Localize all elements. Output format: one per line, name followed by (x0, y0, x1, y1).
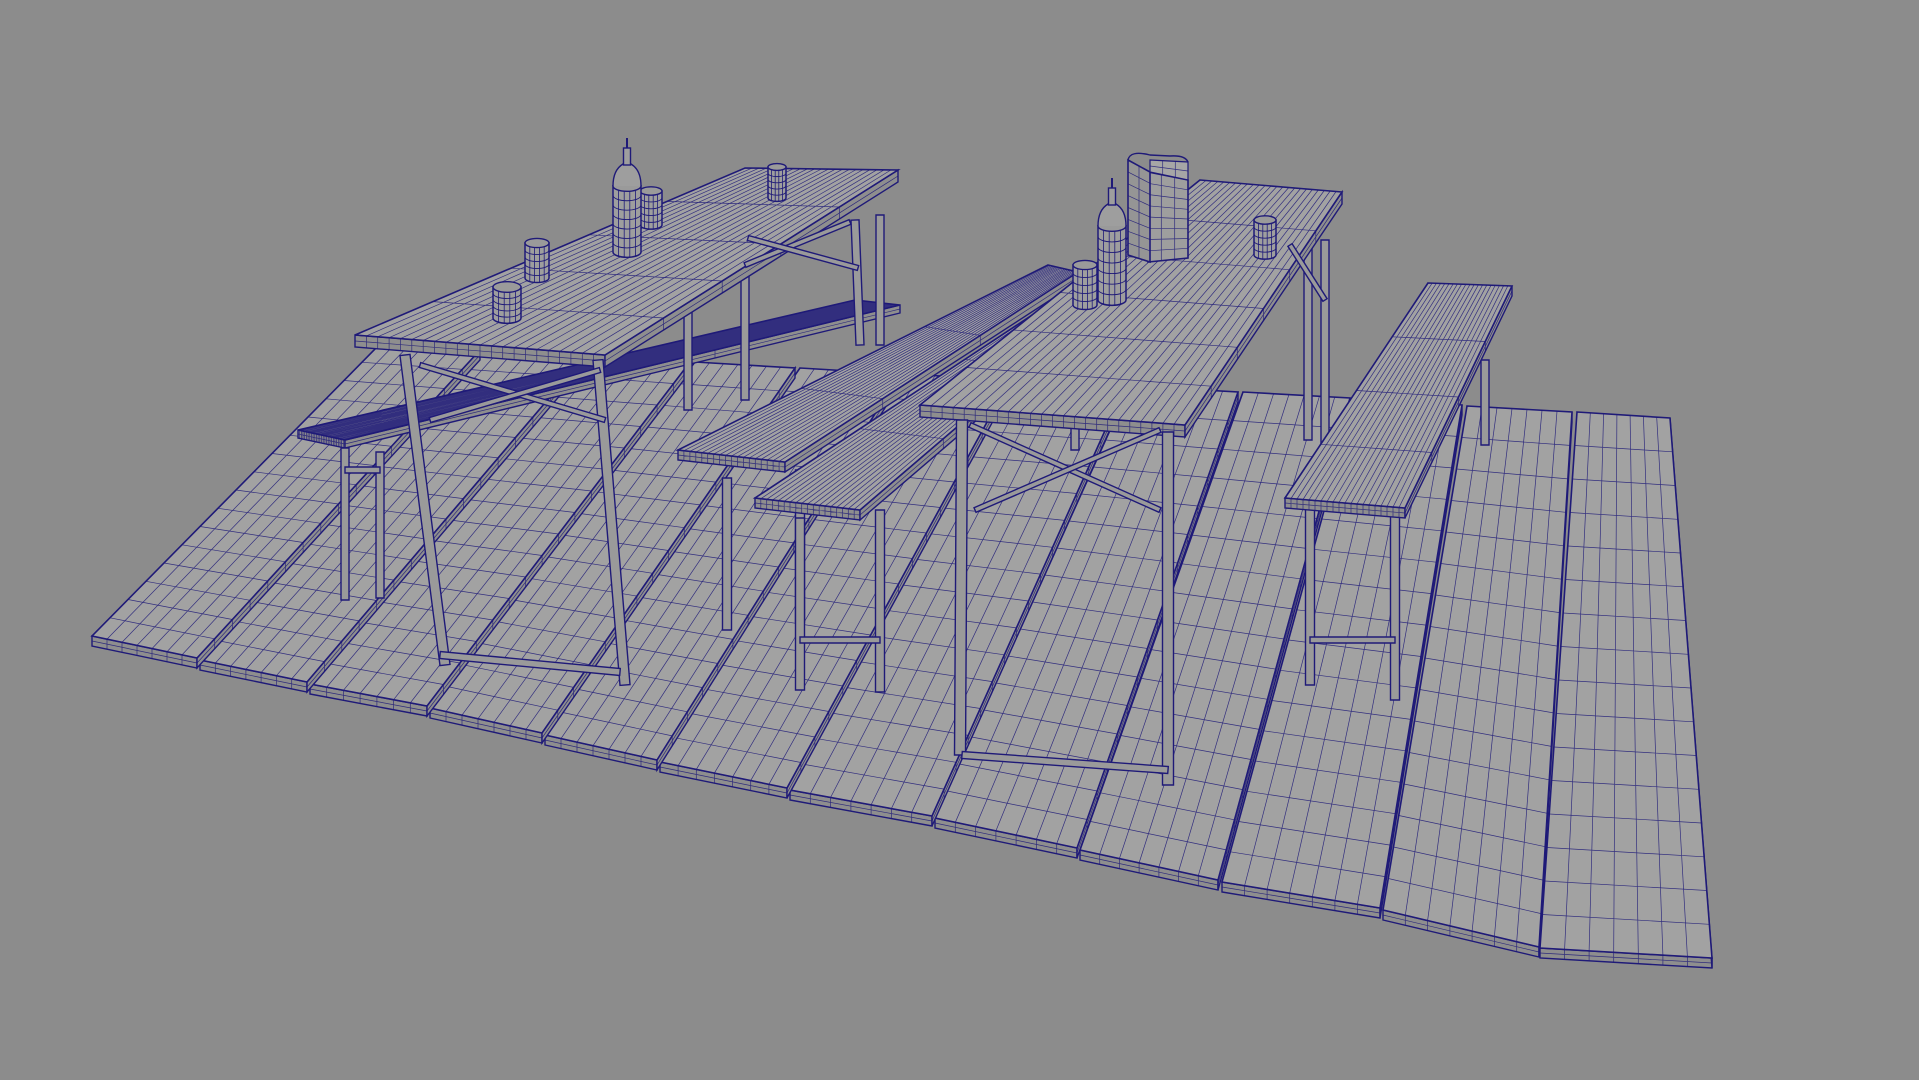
paper-bag-side[interactable] (1127, 158, 1151, 264)
bench-middle-leg-1[interactable] (721, 477, 733, 631)
bottle-right-body[interactable] (1097, 219, 1127, 307)
table-right-leg-front-2[interactable] (1161, 431, 1175, 786)
bench-front-middle-leg-2[interactable] (874, 509, 886, 693)
paper-bag[interactable] (1127, 152, 1189, 264)
can-left-back[interactable] (767, 162, 787, 203)
bottle-right[interactable] (1097, 178, 1127, 307)
can-right-front[interactable] (1072, 259, 1098, 311)
can-right-back[interactable] (1253, 215, 1277, 260)
bench-left-front-rail[interactable] (344, 466, 381, 474)
bottle-left-body[interactable] (612, 179, 642, 259)
bench-front-middle-leg-1[interactable] (794, 517, 806, 691)
bench-right-rail[interactable] (1309, 636, 1396, 644)
bench-front-middle-rail[interactable] (799, 636, 881, 644)
bench-right-leg-1[interactable] (1304, 504, 1316, 686)
3d-viewport[interactable] (0, 0, 1919, 1080)
bottle-left[interactable] (612, 138, 642, 259)
table-right-leg-front-1[interactable] (953, 419, 969, 756)
wireframe-scene[interactable] (0, 0, 1919, 1080)
table-left-leg-back-front[interactable] (850, 219, 865, 346)
table-left-leg-back-3[interactable] (875, 214, 885, 346)
bench-right-leg-2[interactable] (1389, 497, 1401, 701)
can-left-middle-2[interactable] (639, 186, 663, 230)
paper-bag-front[interactable] (1147, 171, 1189, 263)
table-right-leg-back-3[interactable] (1320, 239, 1330, 451)
bench-right-back-leg[interactable] (1480, 359, 1490, 446)
bench-left-front-leg-2[interactable] (375, 451, 385, 599)
can-left-front[interactable] (492, 280, 522, 325)
can-left-mid[interactable] (524, 237, 550, 284)
